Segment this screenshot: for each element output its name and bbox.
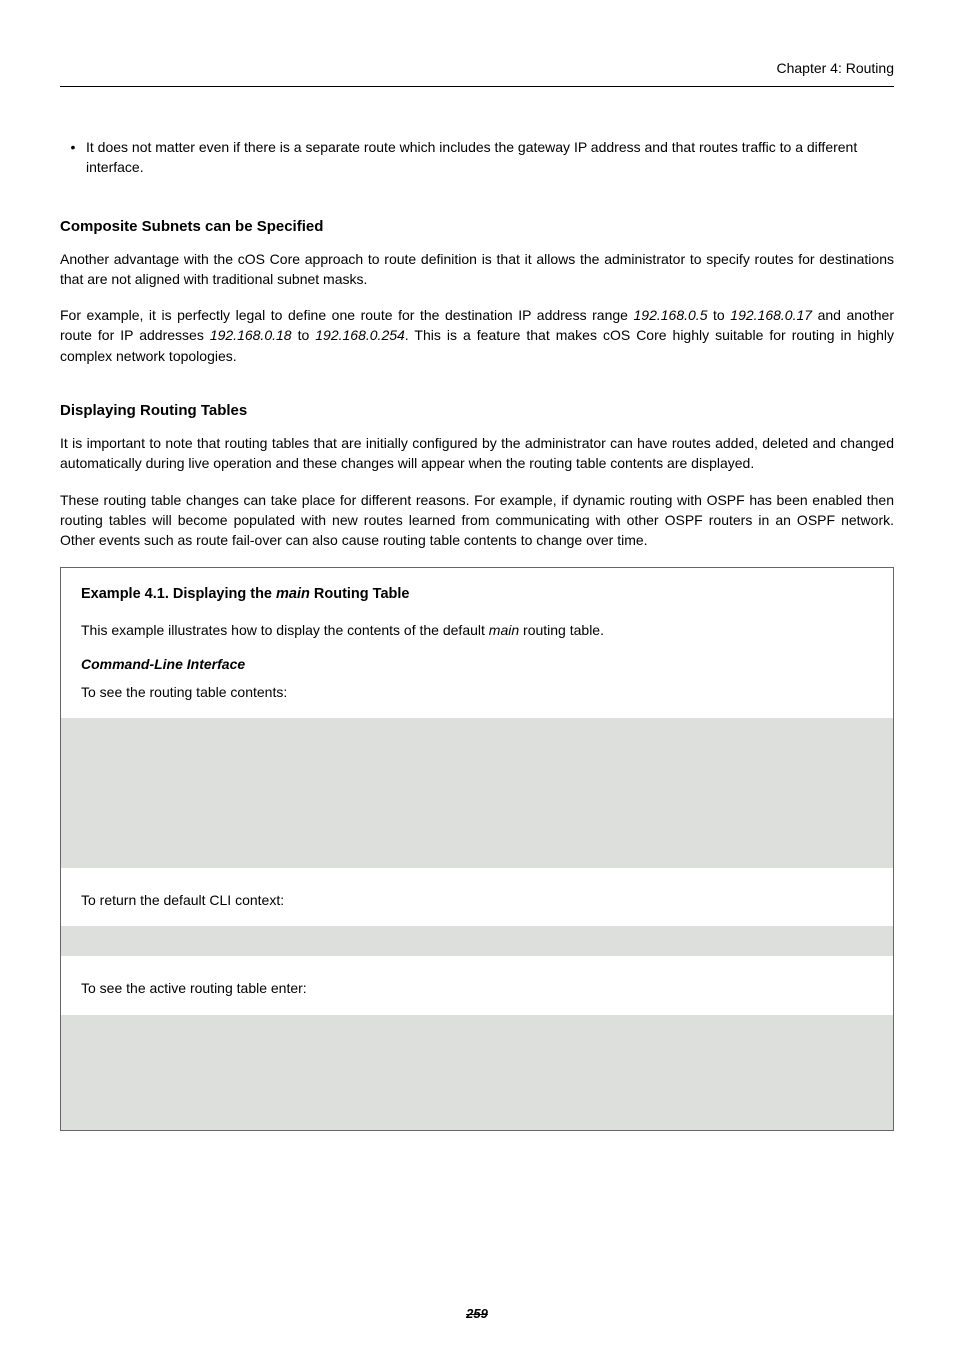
bullet-item: • It does not matter even if there is a … [60, 137, 894, 178]
text: to [292, 327, 316, 343]
ip-address: 192.168.0.18 [210, 327, 292, 343]
cli-subheading: Command-Line Interface [81, 656, 873, 672]
text-emphasis: main [276, 586, 310, 602]
example-step: To return the default CLI context: [81, 890, 873, 910]
example-intro: This example illustrates how to display … [81, 620, 873, 640]
paragraph: It is important to note that routing tab… [60, 433, 894, 474]
text: This example illustrates how to display … [81, 622, 489, 638]
heading-composite-subnets: Composite Subnets can be Specified [60, 218, 894, 235]
paragraph: These routing table changes can take pla… [60, 490, 894, 551]
text-emphasis: main [489, 622, 519, 638]
example-step: To see the active routing table enter: [81, 978, 873, 998]
ip-address: 192.168.0.17 [730, 307, 812, 323]
bullet-list: • It does not matter even if there is a … [60, 137, 894, 178]
example-title: Example 4.1. Displaying the main Routing… [81, 586, 873, 602]
text: routing table. [519, 622, 604, 638]
text: to [707, 307, 730, 323]
page-number: 259 [0, 1306, 954, 1321]
bullet-text: It does not matter even if there is a se… [86, 137, 894, 178]
ip-address: 192.168.0.254 [315, 327, 405, 343]
ip-address: 192.168.0.5 [634, 307, 708, 323]
heading-displaying-routing-tables: Displaying Routing Tables [60, 402, 894, 419]
bullet-marker: • [60, 137, 86, 157]
paragraph: For example, it is perfectly legal to de… [60, 305, 894, 366]
text: Routing Table [310, 586, 410, 602]
example-box: Example 4.1. Displaying the main Routing… [60, 567, 894, 1131]
text: Example 4.1. Displaying the [81, 586, 276, 602]
code-block [61, 926, 893, 956]
paragraph: Another advantage with the cOS Core appr… [60, 249, 894, 290]
example-step: To see the routing table contents: [81, 682, 873, 702]
text: For example, it is perfectly legal to de… [60, 307, 634, 323]
code-block [61, 718, 893, 868]
code-block [61, 1015, 893, 1130]
page: Chapter 4: Routing • It does not matter … [0, 0, 954, 1351]
running-header: Chapter 4: Routing [60, 60, 894, 87]
